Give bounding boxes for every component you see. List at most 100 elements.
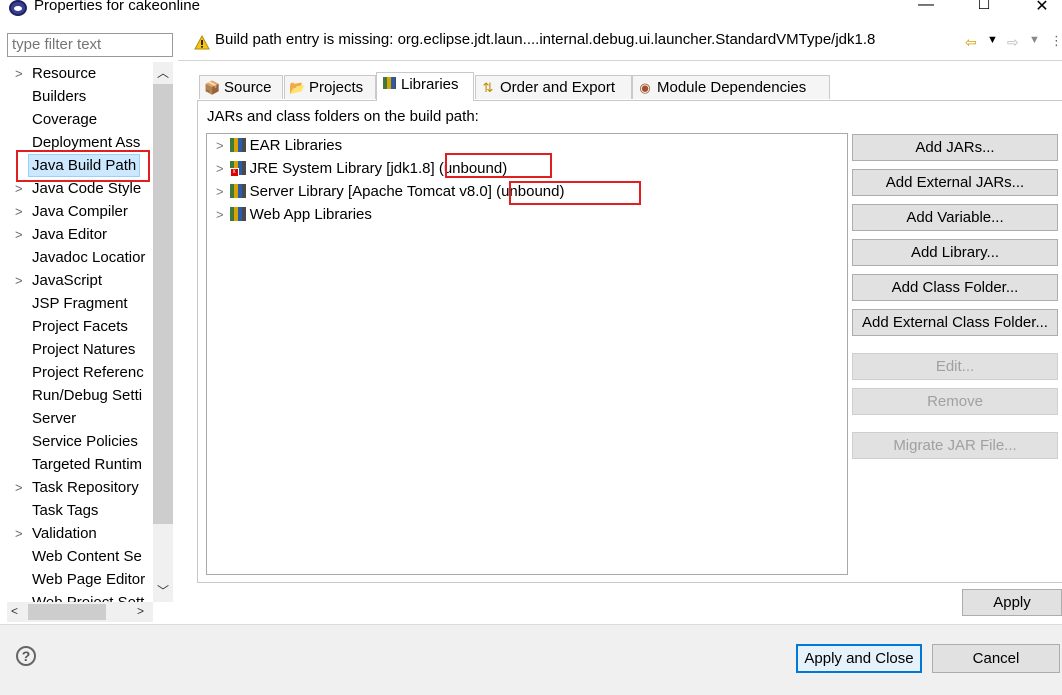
tree-item-label: JavaScript xyxy=(32,272,103,289)
list-item-web-app-libraries[interactable]: > Web App Libraries xyxy=(216,203,372,226)
forward-dropdown-icon[interactable]: ▼ xyxy=(1029,34,1040,46)
tree-item[interactable]: > Resource xyxy=(7,62,157,85)
expand-chevron-icon[interactable]: > xyxy=(216,161,224,176)
add-external-class-folder-button[interactable]: Add External Class Folder... xyxy=(852,309,1058,336)
view-menu-icon[interactable]: ⋮ xyxy=(1050,33,1062,49)
tree-item[interactable]: Run/Debug Setti xyxy=(7,384,157,407)
tree-item[interactable]: Project Natures xyxy=(7,338,157,361)
expand-chevron-icon[interactable]: > xyxy=(15,200,23,223)
add-library-button[interactable]: Add Library... xyxy=(852,239,1058,266)
tree-item[interactable]: > Task Repository xyxy=(7,476,157,499)
source-icon: 📦 xyxy=(204,80,221,95)
minimize-button[interactable]: — xyxy=(906,0,946,18)
tree-item-label: JSP Fragment xyxy=(32,295,128,312)
tree-item-label: Coverage xyxy=(32,111,98,128)
tab-libraries[interactable]: Libraries xyxy=(376,72,474,101)
tree-horizontal-scroll-thumb[interactable] xyxy=(28,604,106,620)
add-class-folder-button[interactable]: Add Class Folder... xyxy=(852,274,1058,301)
expand-chevron-icon[interactable]: > xyxy=(15,269,23,292)
add-external-jars-button[interactable]: Add External JARs... xyxy=(852,169,1058,196)
tree-item-label: Web Content Se xyxy=(32,548,142,565)
scroll-right-icon[interactable]: > xyxy=(137,604,144,618)
library-icon xyxy=(229,207,246,221)
library-error-icon: x xyxy=(229,161,246,177)
forward-arrow-icon[interactable]: ⇨ xyxy=(1007,34,1019,51)
tree-item-label: Resource xyxy=(32,65,97,82)
add-jars-button[interactable]: Add JARs... xyxy=(852,134,1058,161)
tree-item[interactable]: Task Tags xyxy=(7,499,157,522)
scroll-up-icon[interactable]: ︿ xyxy=(157,64,169,81)
window-title: Properties for cakeonline xyxy=(34,0,200,14)
annotation-highlight-java-build-path xyxy=(16,150,150,182)
tree-item[interactable]: Service Policies xyxy=(7,430,157,453)
expand-chevron-icon[interactable]: > xyxy=(15,476,23,499)
tree-item-label: Builders xyxy=(32,88,87,105)
filter-input[interactable] xyxy=(8,34,162,54)
annotation-highlight-unbound-server xyxy=(509,181,641,205)
tree-item-label: Project Natures xyxy=(32,341,136,358)
tree-item-label: Web Page Editor xyxy=(32,571,146,588)
tree-item[interactable]: Server xyxy=(7,407,157,430)
remove-button[interactable]: Remove xyxy=(852,388,1058,415)
tab-source[interactable]: 📦 Source xyxy=(199,75,283,99)
tree-item[interactable]: Web Page Editor xyxy=(7,568,157,591)
tree-item-label: Javadoc Locatior xyxy=(32,249,146,266)
tab-projects[interactable]: 📂 Projects xyxy=(284,75,376,99)
tree-item[interactable]: Targeted Runtim xyxy=(7,453,157,476)
tree-item[interactable]: Builders xyxy=(7,85,157,108)
tree-item-label: Run/Debug Setti xyxy=(32,387,143,404)
help-icon[interactable]: ? xyxy=(16,646,36,666)
tree-item[interactable]: Javadoc Locatior xyxy=(7,246,157,269)
expand-chevron-icon[interactable]: > xyxy=(15,223,23,246)
expand-chevron-icon[interactable]: > xyxy=(15,522,23,545)
eclipse-app-icon xyxy=(9,0,27,16)
expand-chevron-icon[interactable]: > xyxy=(216,138,224,153)
tree-item[interactable]: > Java Compiler xyxy=(7,200,157,223)
expand-chevron-icon[interactable]: > xyxy=(216,184,224,199)
libraries-icon xyxy=(381,73,397,97)
list-item-ear-libraries[interactable]: > EAR Libraries xyxy=(216,134,342,157)
status-message: Build path entry is missing: org.eclipse… xyxy=(215,31,876,48)
tree-item-label: Validation xyxy=(32,525,97,542)
scroll-down-icon[interactable]: ﹀ xyxy=(157,582,169,599)
tree-item[interactable]: Project Referenc xyxy=(7,361,157,384)
tree-vertical-scroll-thumb[interactable] xyxy=(153,84,173,524)
apply-button[interactable]: Apply xyxy=(962,589,1062,616)
tree-item[interactable]: > Validation xyxy=(7,522,157,545)
filter-field[interactable] xyxy=(7,33,173,57)
annotation-highlight-unbound-jre xyxy=(445,153,552,178)
expand-chevron-icon[interactable]: > xyxy=(216,207,224,222)
tab-module-dependencies[interactable]: ◉ Module Dependencies xyxy=(632,75,830,99)
panel-label: JARs and class folders on the build path… xyxy=(207,108,479,125)
library-icon xyxy=(229,138,246,152)
tab-order-and-export[interactable]: ⇅ Order and Export xyxy=(475,75,632,99)
tree-item[interactable]: Web Content Se xyxy=(7,545,157,568)
back-arrow-icon[interactable]: ⇦ xyxy=(965,34,977,51)
tree-item-label: Service Policies xyxy=(32,433,138,450)
warning-icon xyxy=(194,34,210,54)
tree-item[interactable]: > Java Editor xyxy=(7,223,157,246)
tree-item-label: Task Tags xyxy=(32,502,99,519)
tree-item-label: Project Referenc xyxy=(32,364,144,381)
separator xyxy=(178,60,1062,61)
edit-button[interactable]: Edit... xyxy=(852,353,1058,380)
tree-item[interactable]: Web Project Sett xyxy=(7,591,157,602)
migrate-jar-button[interactable]: Migrate JAR File... xyxy=(852,432,1058,459)
tree-item-label: Task Repository xyxy=(32,479,139,496)
tree-item[interactable]: Project Facets xyxy=(7,315,157,338)
scroll-left-icon[interactable]: < xyxy=(11,604,18,618)
projects-icon: 📂 xyxy=(289,80,306,95)
tree-item[interactable]: Coverage xyxy=(7,108,157,131)
close-button[interactable]: ✕ xyxy=(1022,0,1062,18)
add-variable-button[interactable]: Add Variable... xyxy=(852,204,1058,231)
tree-item[interactable]: JSP Fragment xyxy=(7,292,157,315)
tree-item[interactable]: > JavaScript xyxy=(7,269,157,292)
expand-chevron-icon[interactable]: > xyxy=(15,62,23,85)
apply-and-close-button[interactable]: Apply and Close xyxy=(796,644,922,673)
tree-item-label: Java Editor xyxy=(32,226,108,243)
tree-item-label: Java Compiler xyxy=(32,203,128,220)
cancel-button[interactable]: Cancel xyxy=(932,644,1060,673)
maximize-button[interactable]: ☐ xyxy=(964,0,1004,18)
tree-item-label: Server xyxy=(32,410,77,427)
back-dropdown-icon[interactable]: ▼ xyxy=(987,34,998,46)
